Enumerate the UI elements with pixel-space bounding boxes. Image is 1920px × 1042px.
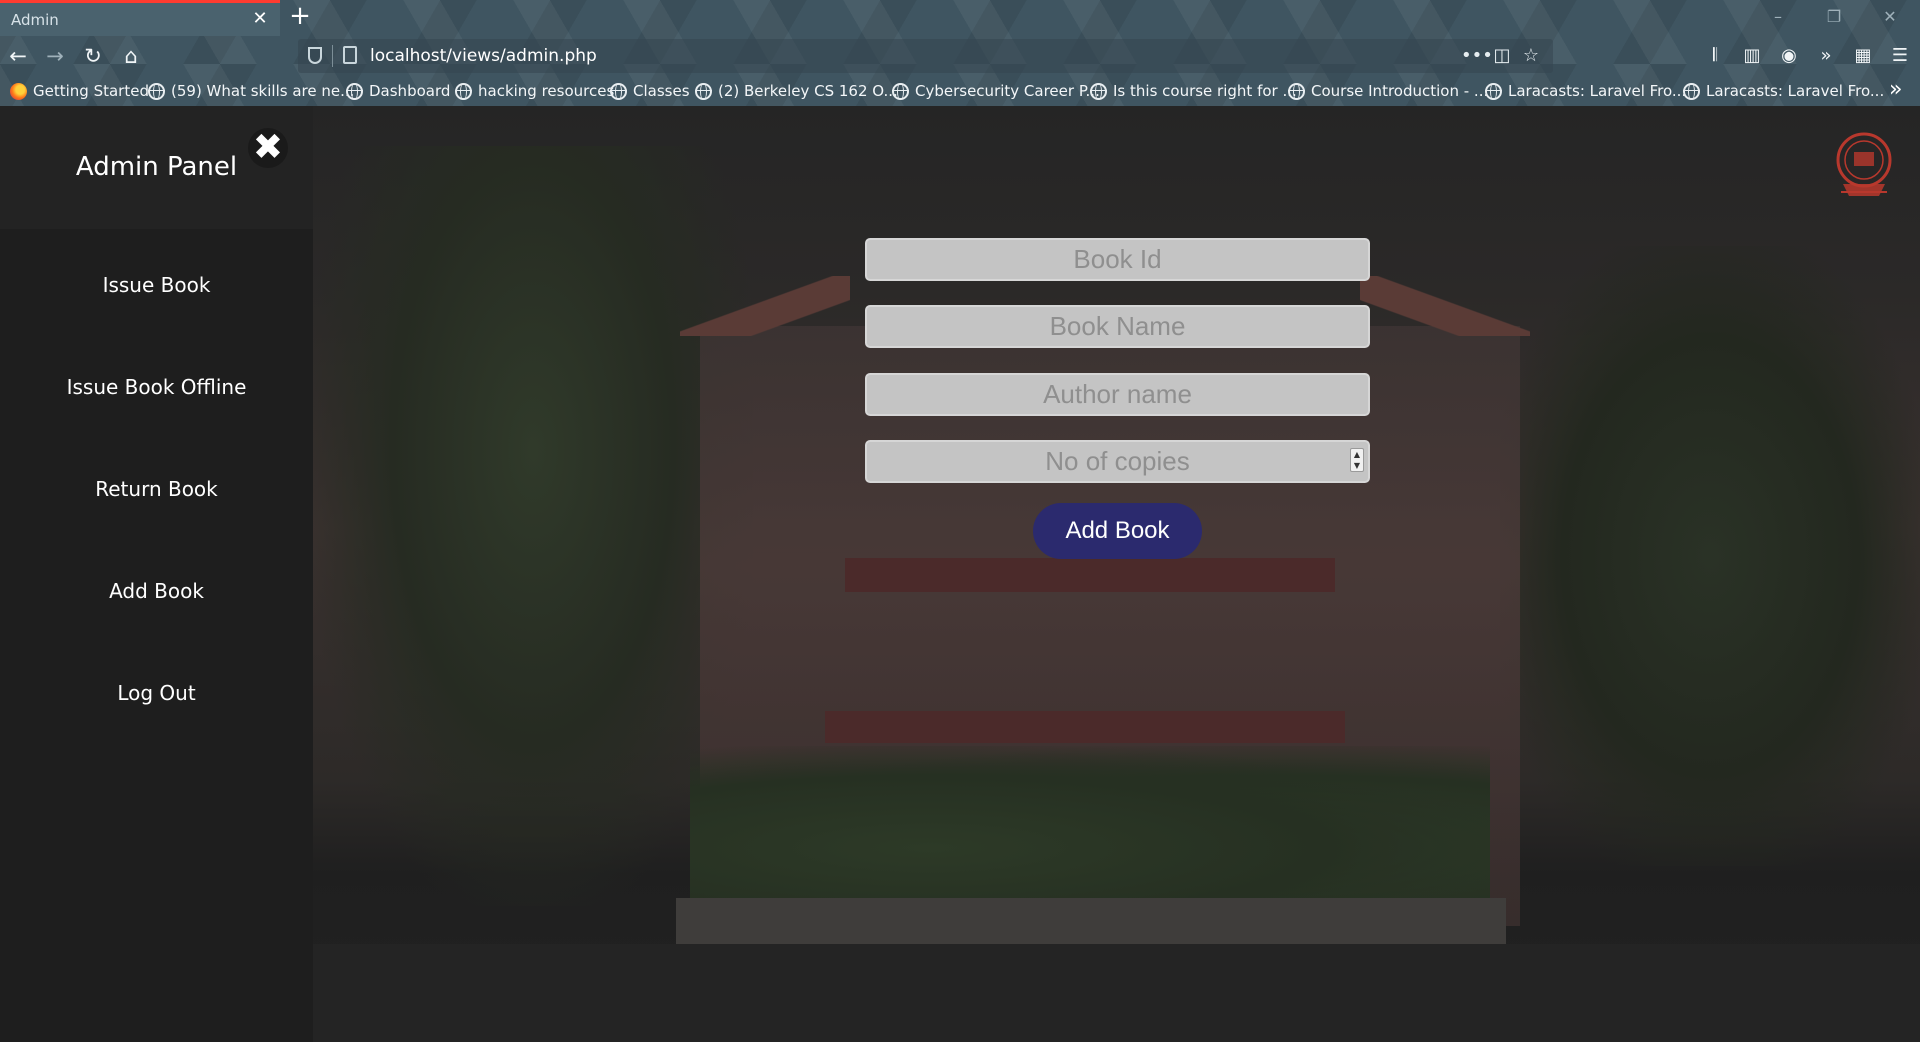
bookmark-item[interactable]: hacking resources	[455, 80, 614, 102]
globe-icon	[1485, 82, 1502, 100]
book-name-input[interactable]	[865, 305, 1370, 348]
sidebar-item-log-out[interactable]: Log Out	[0, 681, 313, 705]
page-actions-icon[interactable]: •••	[1461, 44, 1493, 68]
bookmark-label: Laracasts: Laravel Fro...	[1706, 82, 1885, 100]
globe-icon	[455, 82, 472, 100]
page-content: Admin Panel ✖ Issue Book Issue Book Offl…	[0, 106, 1920, 1042]
globe-icon	[148, 82, 165, 100]
author-name-input[interactable]	[865, 373, 1370, 416]
firefox-icon	[10, 82, 27, 100]
background-road	[313, 944, 1920, 1042]
globe-icon	[346, 82, 363, 100]
background-roof-band	[845, 558, 1335, 592]
globe-icon	[892, 82, 909, 100]
book-id-input[interactable]	[865, 238, 1370, 281]
globe-icon	[1288, 82, 1305, 100]
bookmark-item[interactable]: (2) Berkeley CS 162 O...	[695, 80, 898, 102]
sidebar-header: Admin Panel ✖	[0, 106, 313, 229]
sidebar-toggle-icon[interactable]: ▥	[1740, 44, 1764, 68]
tab-admin[interactable]: Admin ✕	[0, 0, 280, 36]
stepper-up-icon[interactable]: ▲	[1351, 449, 1363, 460]
bookmark-label: (59) What skills are ne...	[171, 82, 355, 100]
page-info-icon[interactable]	[343, 46, 357, 64]
bookmark-star-icon[interactable]: ☆	[1520, 44, 1542, 68]
bookmark-label: hacking resources	[478, 82, 615, 100]
minimize-icon[interactable]: –	[1766, 6, 1790, 28]
bookmark-label: Course Introduction - ...	[1311, 82, 1489, 100]
bookmark-item[interactable]: Cybersecurity Career P...	[892, 80, 1100, 102]
sidebar-item-issue-book[interactable]: Issue Book	[0, 273, 313, 297]
extensions-icon[interactable]: ▦	[1851, 44, 1875, 68]
bookmark-label: Classes	[633, 82, 690, 100]
university-logo-icon	[1836, 132, 1892, 196]
window-close-icon[interactable]: ✕	[1878, 6, 1902, 28]
background-roof	[680, 276, 850, 336]
bookmark-label: Cybersecurity Career P...	[915, 82, 1100, 100]
url-separator	[332, 45, 333, 67]
close-sidebar-icon[interactable]: ✖	[248, 128, 288, 168]
globe-icon	[610, 82, 627, 100]
bookmark-item[interactable]: Getting Started	[10, 80, 149, 102]
bookmarks-toolbar: Getting Started (59) What skills are ne.…	[0, 76, 1920, 106]
restore-icon[interactable]: ❐	[1822, 6, 1846, 28]
stepper-down-icon[interactable]: ▼	[1351, 460, 1363, 471]
bookmark-label: (2) Berkeley CS 162 O...	[718, 82, 898, 100]
forward-icon[interactable]: →	[43, 44, 67, 68]
admin-sidebar: Admin Panel ✖ Issue Book Issue Book Offl…	[0, 106, 313, 1042]
bookmark-label: Is this course right for ...	[1113, 82, 1297, 100]
back-icon[interactable]: ←	[6, 44, 30, 68]
pocket-icon[interactable]: ◫	[1491, 44, 1513, 68]
new-tab-icon[interactable]: +	[288, 3, 312, 29]
tracking-shield-icon[interactable]	[308, 47, 322, 64]
bookmark-label: Dashboard	[369, 82, 451, 100]
menu-icon[interactable]: ☰	[1888, 44, 1912, 68]
navigation-bar: ← → ↻ ⌂ localhost/views/admin.php ••• ◫ …	[0, 36, 1920, 76]
add-book-button[interactable]: Add Book	[1033, 503, 1202, 559]
tab-close-icon[interactable]: ✕	[250, 9, 270, 29]
sidebar-item-issue-book-offline[interactable]: Issue Book Offline	[0, 375, 313, 399]
url-bar[interactable]: localhost/views/admin.php ••• ◫ ☆	[298, 39, 1553, 73]
tab-bar: Admin ✕ + – ❐ ✕	[0, 0, 1920, 36]
bookmarks-overflow-icon[interactable]: »	[1889, 79, 1902, 101]
copies-stepper[interactable]: ▲ ▼	[1350, 448, 1364, 472]
copies-input[interactable]	[865, 440, 1370, 483]
sidebar-item-return-book[interactable]: Return Book	[0, 477, 313, 501]
bookmark-item[interactable]: Classes	[610, 80, 690, 102]
browser-chrome: Admin ✕ + – ❐ ✕ ← → ↻ ⌂ localhost/views/…	[0, 0, 1920, 106]
bookmark-label: Laracasts: Laravel Fro...	[1508, 82, 1687, 100]
background-roof-band	[825, 711, 1345, 743]
globe-icon	[1683, 82, 1700, 100]
overflow-chevron-icon[interactable]: »	[1814, 44, 1838, 68]
bookmark-item[interactable]: Laracasts: Laravel Fro...	[1485, 80, 1686, 102]
url-text[interactable]: localhost/views/admin.php	[370, 46, 597, 66]
globe-icon	[695, 82, 712, 100]
bookmark-item[interactable]: Dashboard	[346, 80, 450, 102]
tab-title: Admin	[11, 11, 59, 29]
bookmark-item[interactable]: Is this course right for ...	[1090, 80, 1297, 102]
home-icon[interactable]: ⌂	[119, 44, 143, 68]
reload-icon[interactable]: ↻	[81, 44, 105, 68]
bookmark-item[interactable]: Course Introduction - ...	[1288, 80, 1488, 102]
account-icon[interactable]: ◉	[1777, 44, 1801, 68]
library-icon[interactable]: 𝄃	[1703, 44, 1727, 68]
bookmark-item[interactable]: Laracasts: Laravel Fro...	[1683, 80, 1884, 102]
background-roof	[1360, 276, 1530, 336]
background-trees	[313, 146, 753, 906]
globe-icon	[1090, 82, 1107, 100]
background-trees	[1500, 246, 1920, 866]
background-bushes	[690, 746, 1490, 916]
background-wall	[676, 898, 1506, 946]
bookmark-label: Getting Started	[33, 82, 149, 100]
sidebar-item-add-book[interactable]: Add Book	[0, 579, 313, 603]
bookmark-item[interactable]: (59) What skills are ne...	[148, 80, 354, 102]
